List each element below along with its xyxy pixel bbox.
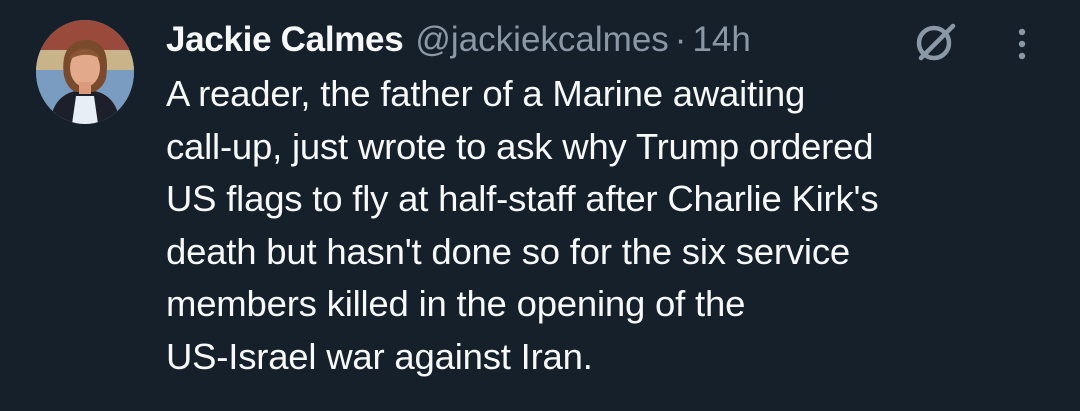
tweet[interactable]: Jackie Calmes @jackiekcalmes · 14h A rea… (0, 0, 1080, 411)
more-options-icon[interactable] (1010, 22, 1034, 66)
avatar[interactable] (36, 20, 134, 124)
separator-dot: · (674, 20, 687, 59)
author-handle[interactable]: @jackiekcalmes (415, 15, 668, 65)
timestamp[interactable]: 14h (692, 15, 750, 65)
tweet-text: A reader, the father of a Marine awaitin… (166, 73, 879, 377)
author-name[interactable]: Jackie Calmes (166, 15, 404, 65)
grok-icon[interactable] (912, 18, 960, 66)
tweet-header: Jackie Calmes @jackiekcalmes · 14h (166, 15, 751, 65)
avatar-image (36, 20, 134, 124)
